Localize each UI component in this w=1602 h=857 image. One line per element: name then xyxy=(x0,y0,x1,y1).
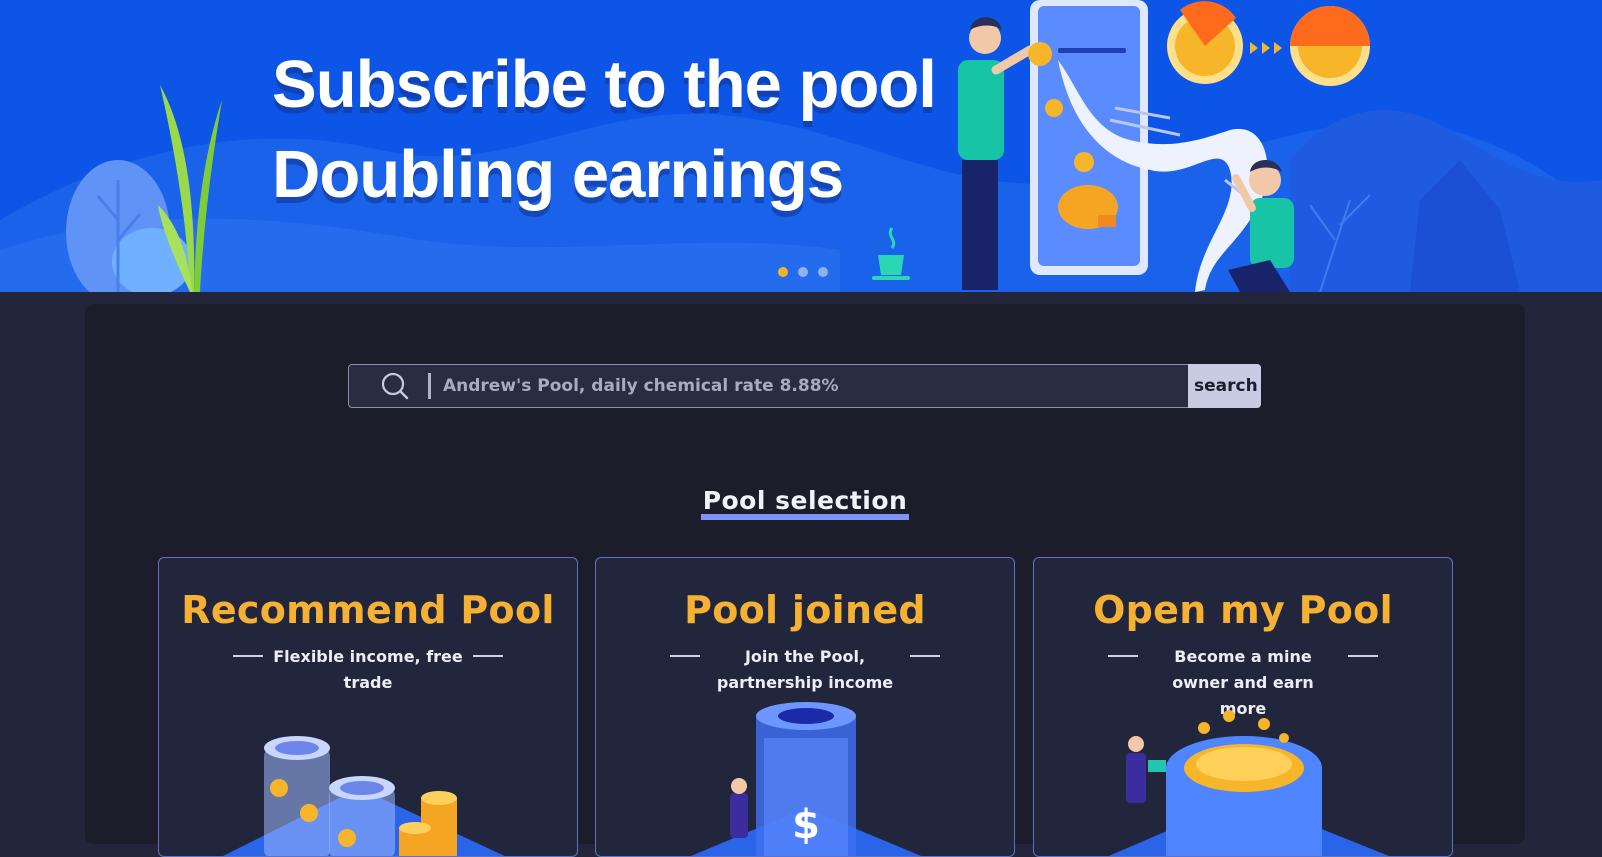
pool-joined-card[interactable]: Pool joined Join the Pool, partnership i… xyxy=(595,557,1015,857)
section-title-underline xyxy=(701,514,909,520)
card-subtitle-row: Join the Pool, partnership income xyxy=(596,644,1014,696)
carousel-indicators xyxy=(778,267,828,277)
recommend-pool-card[interactable]: Recommend Pool Flexible income, free tra… xyxy=(158,557,578,857)
card-subtitle: Flexible income, free trade xyxy=(273,647,463,692)
card-subtitle: Join the Pool, partnership income xyxy=(716,647,894,692)
card-title: Open my Pool xyxy=(1093,588,1393,632)
open-my-pool-card[interactable]: Open my Pool Become a mine owner and ear… xyxy=(1033,557,1453,857)
banner-title-line-1: Subscribe to the pool xyxy=(272,47,937,122)
divider-dash xyxy=(473,655,503,657)
carousel-dot-1[interactable] xyxy=(778,267,788,277)
divider-dash xyxy=(670,655,700,657)
search-bar: search xyxy=(348,364,1261,408)
svg-text:$: $ xyxy=(792,802,820,848)
banner-title-line-2: Doubling earnings xyxy=(272,137,844,212)
section-title: Pool selection xyxy=(702,486,908,515)
search-button[interactable]: search xyxy=(1188,364,1261,408)
carousel-dot-3[interactable] xyxy=(818,267,828,277)
dollar-tower-illustration: $ xyxy=(690,702,922,856)
divider-dash xyxy=(233,655,263,657)
divider-dash xyxy=(910,655,940,657)
carousel-dot-2[interactable] xyxy=(798,267,808,277)
divider-dash xyxy=(1348,655,1378,657)
card-subtitle-row: Flexible income, free trade xyxy=(159,644,577,696)
coin-cylinders-illustration xyxy=(223,736,505,856)
card-title: Pool joined xyxy=(684,588,926,632)
divider-dash xyxy=(1108,655,1138,657)
coin-pool-illustration xyxy=(1108,710,1389,856)
search-icon[interactable] xyxy=(380,371,410,401)
card-title: Recommend Pool xyxy=(181,588,555,632)
banner-title: Subscribe to the pool Doubling earnings xyxy=(272,40,937,220)
search-input[interactable] xyxy=(431,365,1188,407)
hero-banner: Subscribe to the pool Doubling earnings xyxy=(0,0,1602,292)
